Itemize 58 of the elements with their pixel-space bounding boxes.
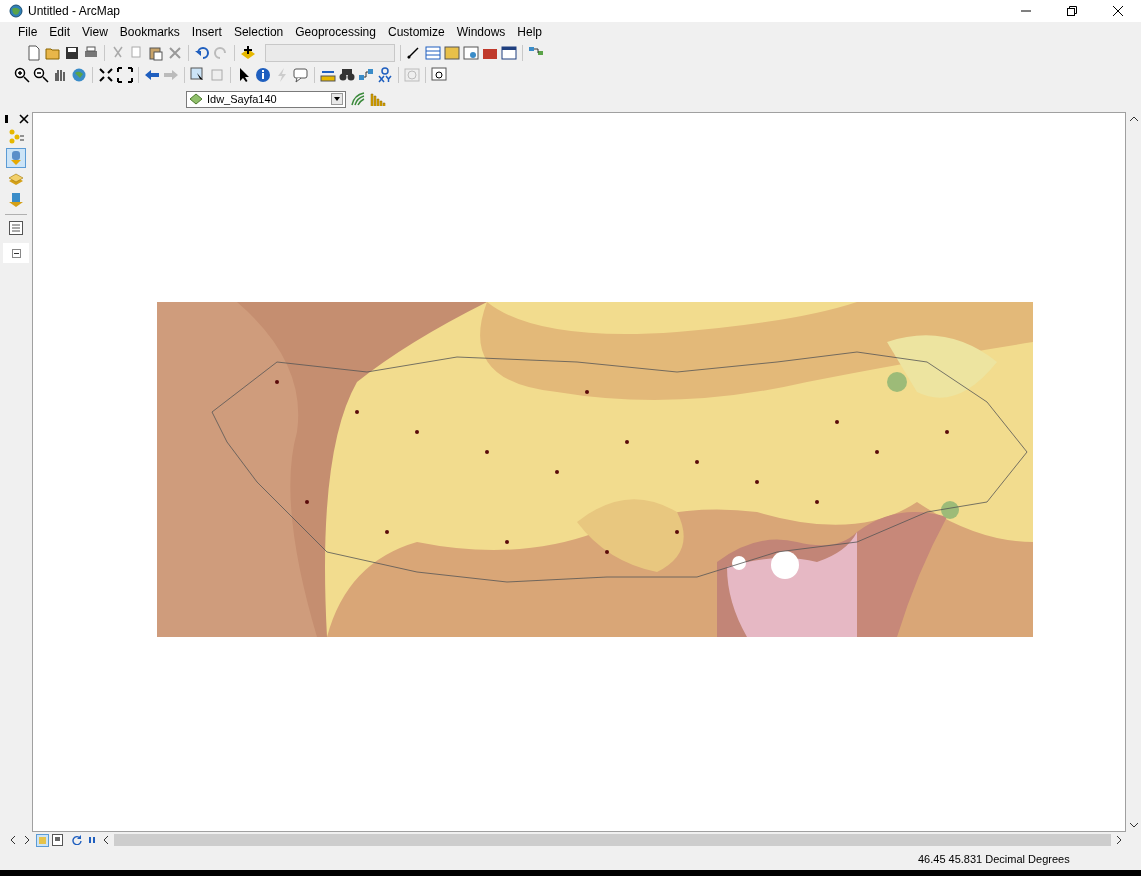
python-window-icon[interactable]	[501, 45, 517, 61]
add-data-icon[interactable]	[240, 45, 256, 61]
menu-item[interactable]: Geoprocessing	[289, 23, 382, 41]
table-icon[interactable]	[425, 45, 441, 61]
new-document-icon[interactable]	[26, 45, 42, 61]
save-icon[interactable]	[64, 45, 80, 61]
info-icon[interactable]	[255, 67, 271, 83]
binoculars-icon[interactable]	[339, 67, 355, 83]
menu-item[interactable]: Insert	[185, 23, 228, 41]
restore-icon[interactable]	[1067, 6, 1077, 16]
histogram-icon[interactable]	[370, 91, 386, 107]
back-arrow-icon[interactable]	[144, 67, 160, 83]
undo-icon[interactable]	[194, 45, 210, 61]
layer-source-icon[interactable]	[8, 192, 24, 208]
zoom-in-icon[interactable]	[14, 67, 30, 83]
time-slider-icon[interactable]	[404, 67, 420, 83]
window-title: Untitled - ArcMap	[28, 3, 121, 20]
menu-item[interactable]: Customize	[381, 23, 451, 41]
speech-bubble-icon[interactable]	[293, 67, 309, 83]
scroll-left-icon[interactable]	[102, 835, 110, 845]
layer-dropdown[interactable]: Idw_Sayfa140	[186, 90, 346, 108]
navigate-icon[interactable]	[10, 835, 30, 845]
fixed-zoom-out-icon[interactable]	[117, 67, 133, 83]
refresh-icon[interactable]	[72, 835, 82, 845]
scroll-down-icon[interactable]	[1129, 822, 1138, 828]
editor-icon[interactable]	[406, 45, 422, 61]
globe-icon[interactable]	[71, 67, 87, 83]
menu-item[interactable]: View	[76, 23, 114, 41]
menu-item[interactable]: Help	[511, 23, 549, 41]
pin-icon[interactable]	[3, 114, 11, 124]
menu-item[interactable]: Edit	[43, 23, 77, 41]
status-coordinates: 46.45 45.831 Decimal Degrees	[918, 851, 1070, 867]
contour-icon[interactable]	[350, 91, 366, 107]
horizontal-scrollbar[interactable]	[102, 834, 1123, 846]
select-features-icon[interactable]	[190, 67, 206, 83]
close-icon[interactable]	[19, 114, 29, 124]
fixed-zoom-in-icon[interactable]	[98, 67, 114, 83]
scroll-right-icon[interactable]	[1115, 835, 1123, 845]
scroll-up-icon[interactable]	[1129, 116, 1138, 122]
menu-item[interactable]: Bookmarks	[113, 23, 186, 41]
go-to-xy-icon[interactable]	[377, 67, 393, 83]
database-icon[interactable]	[6, 148, 26, 168]
collapse-icon[interactable]	[11, 248, 21, 258]
raster-layer-icon	[189, 93, 203, 105]
zoom-out-icon[interactable]	[33, 67, 49, 83]
list-icon[interactable]	[9, 221, 23, 235]
app-globe-icon	[9, 4, 23, 18]
menu-item[interactable]: Selection	[227, 23, 290, 41]
layout-view-icon[interactable]	[52, 834, 63, 846]
menu-item[interactable]: Windows	[450, 23, 512, 41]
search-window-icon[interactable]	[463, 45, 479, 61]
pause-icon[interactable]	[88, 836, 96, 844]
catalog-icon[interactable]	[444, 45, 460, 61]
paste-icon[interactable]	[148, 45, 164, 61]
magnifier-window-icon[interactable]	[431, 67, 447, 83]
close-icon[interactable]	[1113, 6, 1123, 16]
dropdown-caret-icon[interactable]	[331, 93, 343, 105]
menu-item[interactable]: File	[12, 23, 44, 41]
